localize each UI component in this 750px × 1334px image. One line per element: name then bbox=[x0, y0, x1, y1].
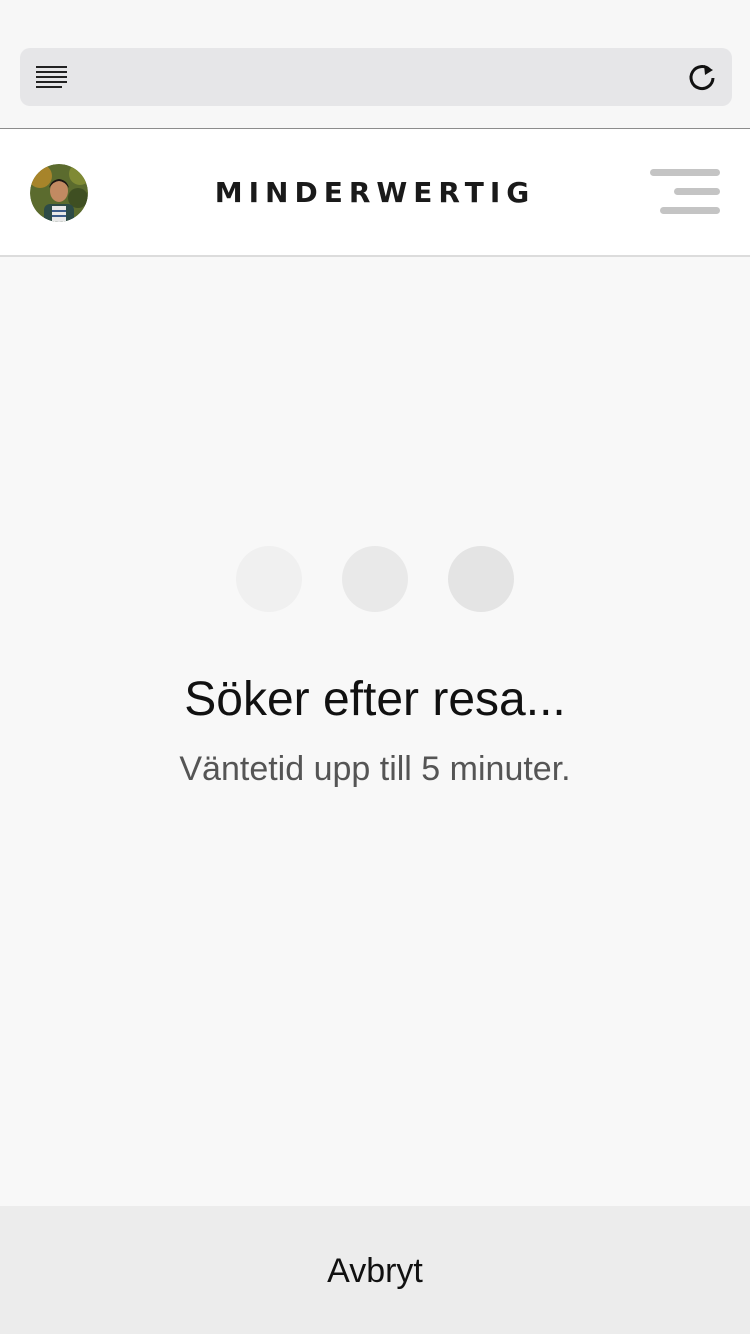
cancel-button[interactable]: Avbryt bbox=[0, 1206, 750, 1334]
wait-time-text: Väntetid upp till 5 minuter. bbox=[179, 750, 571, 788]
reload-icon[interactable] bbox=[686, 62, 718, 94]
hamburger-menu-icon[interactable] bbox=[650, 169, 720, 215]
loading-dot bbox=[236, 546, 302, 612]
loading-dot bbox=[342, 546, 408, 612]
page: MINDERWERTIG Söker efter resa... Vänteti… bbox=[0, 0, 750, 1334]
brand-logo: MINDERWERTIG bbox=[214, 176, 536, 209]
search-status-title: Söker efter resa... bbox=[184, 673, 566, 726]
loading-indicator bbox=[0, 546, 750, 612]
cancel-button-label: Avbryt bbox=[327, 1252, 423, 1290]
loading-dot bbox=[448, 546, 514, 612]
reader-mode-icon[interactable] bbox=[36, 66, 67, 88]
app-header: MINDERWERTIG bbox=[0, 129, 750, 257]
address-bar[interactable] bbox=[20, 48, 732, 106]
browser-toolbar bbox=[0, 0, 750, 129]
